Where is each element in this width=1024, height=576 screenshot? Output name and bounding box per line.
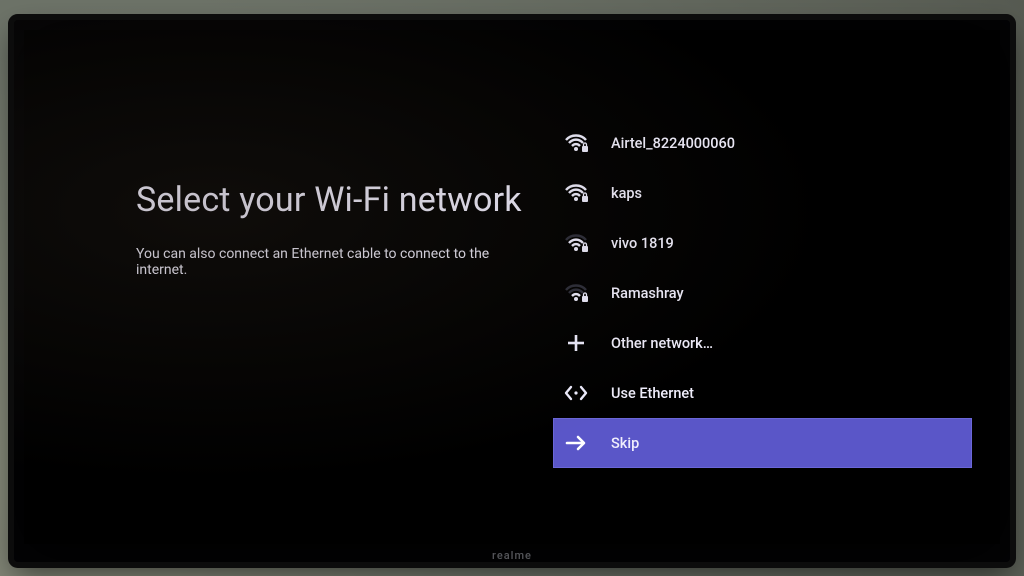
skip-item[interactable]: Skip [553,418,972,468]
wifi-network-item[interactable]: Ramashray [553,268,972,318]
tv-brand-label: realme [14,549,1010,562]
wifi-full-locked-icon [563,180,589,206]
use-ethernet-item[interactable]: Use Ethernet [553,368,972,418]
wifi-network-item[interactable]: Airtel_8224000060 [553,118,972,168]
tv-screen: Select your Wi-Fi network You can also c… [24,30,1000,544]
skip-label: Skip [611,435,954,452]
wifi-network-item[interactable]: kaps [553,168,972,218]
left-pane: Select your Wi-Fi network You can also c… [24,30,551,544]
wifi-mid-locked-icon [563,230,589,256]
wifi-low-locked-icon [563,280,589,306]
ethernet-icon [563,380,589,406]
wifi-ssid-label: Airtel_8224000060 [611,135,954,152]
plus-icon [563,330,589,356]
wifi-full-locked-icon [563,130,589,156]
other-network-item[interactable]: Other network… [553,318,972,368]
wifi-ssid-label: Ramashray [611,285,954,302]
use-ethernet-label: Use Ethernet [611,385,954,402]
arrow-right-icon [563,430,589,456]
network-list: Airtel_8224000060 kaps [551,30,1000,544]
page-subtitle: You can also connect an Ethernet cable t… [136,246,531,278]
wifi-ssid-label: vivo 1819 [611,235,954,252]
page-title: Select your Wi-Fi network [136,180,531,220]
other-network-label: Other network… [611,335,954,352]
wifi-ssid-label: kaps [611,185,954,202]
tv-frame: Select your Wi-Fi network You can also c… [14,20,1010,562]
wifi-network-item[interactable]: vivo 1819 [553,218,972,268]
